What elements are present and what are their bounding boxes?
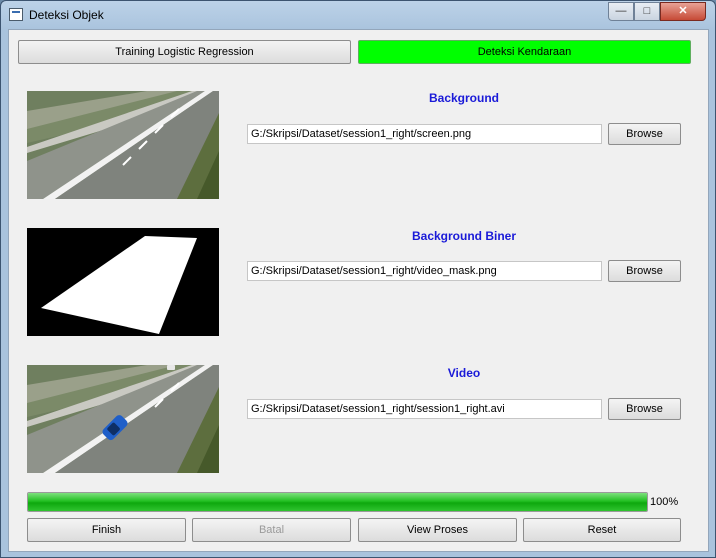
maximize-icon[interactable]: □ [634,2,660,21]
progress-bar-fill [28,493,647,511]
title-bar: Deteksi Objek — □ ✕ [1,1,715,29]
close-icon[interactable]: ✕ [660,2,706,21]
background-preview-image [27,91,219,199]
background-biner-browse-button[interactable]: Browse [608,260,681,282]
video-browse-button[interactable]: Browse [608,398,681,420]
background-label: Background [428,91,499,105]
background-path-field[interactable]: G:/Skripsi/Dataset/session1_right/screen… [247,124,602,144]
app-window-icon [9,8,23,21]
view-proses-button[interactable]: View Proses [358,518,517,542]
background-biner-label: Background Biner [411,229,516,243]
progress-bar [27,492,648,512]
app-window: Deteksi Objek — □ ✕ Training Logistic Re… [0,0,716,558]
progress-percent-text: 100% [650,496,679,508]
batal-button[interactable]: Batal [192,518,351,542]
deteksi-kendaraan-button[interactable]: Deteksi Kendaraan [358,40,691,64]
video-label: Video [447,366,481,380]
finish-button[interactable]: Finish [27,518,186,542]
video-preview-image [27,365,219,473]
training-logistic-regression-button[interactable]: Training Logistic Regression [18,40,351,64]
background-biner-preview-image [27,228,219,336]
minimize-icon[interactable]: — [608,2,634,21]
background-biner-path-field[interactable]: G:/Skripsi/Dataset/session1_right/video_… [247,261,602,281]
dialog-client-area: Training Logistic Regression Deteksi Ken… [8,29,709,552]
video-path-field[interactable]: G:/Skripsi/Dataset/session1_right/sessio… [247,399,602,419]
window-title: Deteksi Objek [29,8,104,22]
background-browse-button[interactable]: Browse [608,123,681,145]
reset-button[interactable]: Reset [523,518,681,542]
